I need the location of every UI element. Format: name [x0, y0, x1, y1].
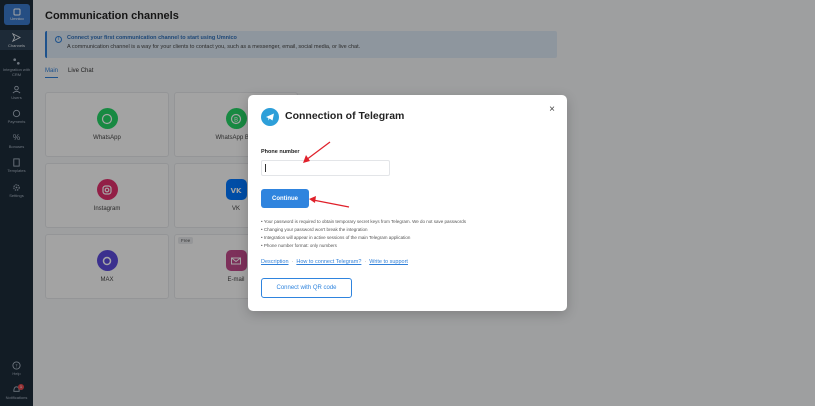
telegram-connection-modal: Connection of Telegram × Phone number Co… [248, 95, 567, 311]
description-link[interactable]: Description [261, 259, 289, 265]
note-item: Integration will appear in active sessio… [261, 234, 466, 242]
connect-qr-button[interactable]: Connect with QR code [261, 278, 352, 298]
continue-button[interactable]: Continue [261, 189, 309, 208]
how-to-connect-link[interactable]: How to connect Telegram? [296, 259, 361, 265]
note-item: Your password is required to obtain temp… [261, 218, 466, 226]
link-separator: · [291, 259, 294, 265]
notes-list: Your password is required to obtain temp… [261, 218, 466, 250]
close-button[interactable]: × [547, 105, 557, 115]
modal-title: Connection of Telegram [285, 110, 405, 122]
help-links: Description · How to connect Telegram? ·… [261, 259, 408, 265]
link-separator: · [364, 259, 367, 265]
phone-number-label: Phone number [261, 149, 300, 155]
note-item: Phone number format: only numbers [261, 242, 466, 250]
note-item: Changing your password won't break the i… [261, 226, 466, 234]
text-caret [265, 164, 266, 172]
write-to-support-link[interactable]: Write to support [369, 259, 408, 265]
phone-number-input[interactable] [261, 160, 390, 176]
telegram-icon [261, 108, 279, 126]
